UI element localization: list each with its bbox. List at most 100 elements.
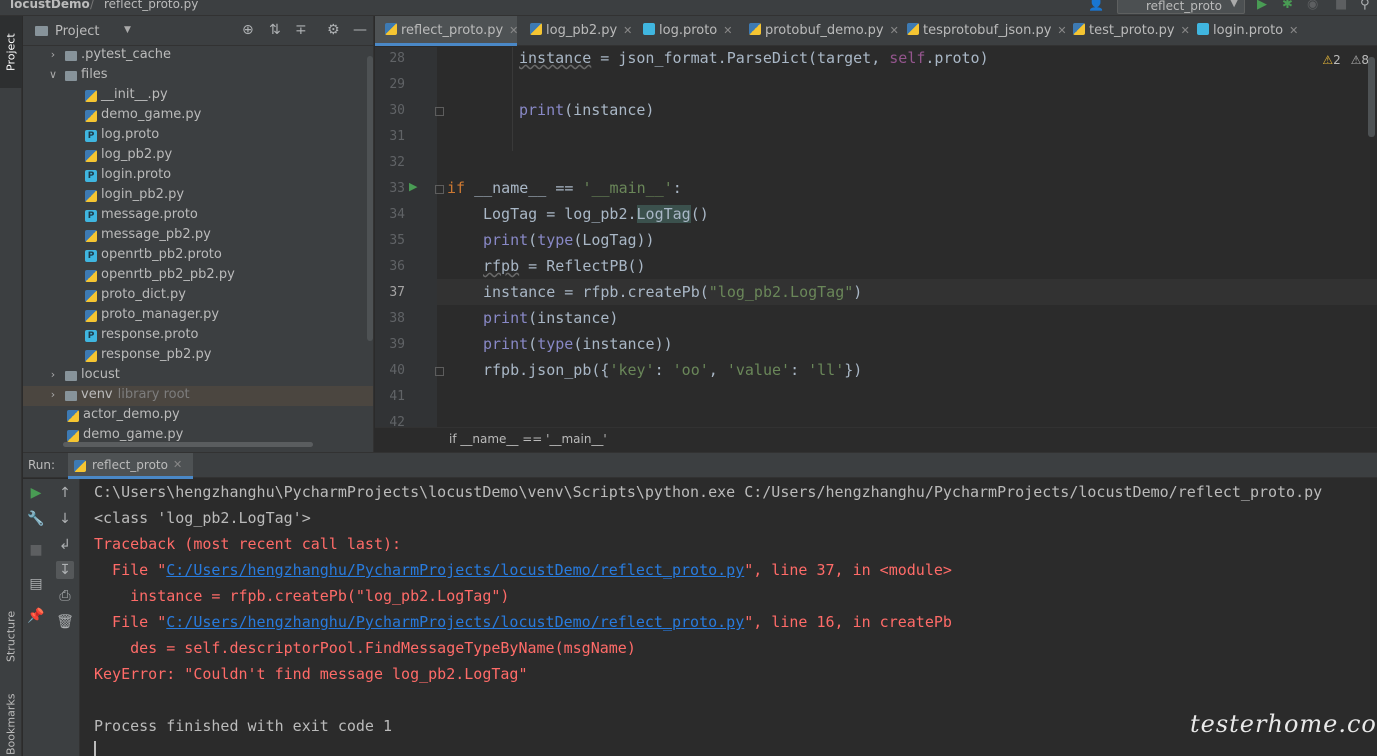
line-number: 34 — [389, 207, 405, 222]
tree-item[interactable]: proto_dict.py — [23, 286, 373, 306]
scroll-up-icon[interactable]: ↑ — [56, 484, 74, 502]
expand-all-icon[interactable]: ⇅ — [269, 22, 281, 38]
tree-item[interactable]: openrtb_pb2_pb2.py — [23, 266, 373, 286]
editor-tab[interactable]: protobuf_demo.py ✕ — [739, 16, 899, 46]
project-panel-header: Project ▼ ⊕ ⇅ ∓ ⚙ — — [23, 16, 373, 46]
folder-icon — [65, 51, 77, 61]
title-project[interactable]: locustDemo — [10, 0, 90, 11]
wrench-icon[interactable]: 🔧 — [27, 510, 45, 528]
python-file-icon — [85, 190, 97, 202]
tree-item[interactable]: Plogin.proto — [23, 166, 373, 186]
left-tool-stripe: Project Structure Bookmarks — [0, 16, 22, 756]
editor-vertical-scrollbar[interactable] — [1368, 57, 1375, 137]
run-gutter-icon[interactable]: ▶ — [409, 180, 417, 193]
warning-count: 2 — [1333, 53, 1341, 67]
editor-tab[interactable]: tesprotobuf_json.py ✕ — [897, 16, 1067, 46]
tree-item[interactable]: proto_manager.py — [23, 306, 373, 326]
line-number: 41 — [389, 389, 405, 404]
pin-icon[interactable]: 📌 — [27, 607, 45, 625]
tree-item[interactable]: response_pb2.py — [23, 346, 373, 366]
rerun-icon[interactable]: ▶ — [27, 484, 45, 502]
close-icon[interactable]: ✕ — [509, 24, 518, 37]
editor-tab[interactable]: log_pb2.py ✕ — [520, 16, 632, 46]
chevron-down-icon[interactable]: ▼ — [124, 25, 131, 35]
gear-icon[interactable]: ⚙ — [327, 22, 340, 38]
project-view-selector[interactable]: Project — [55, 24, 99, 39]
close-icon[interactable]: ✕ — [623, 24, 632, 37]
tree-item[interactable]: › locust — [23, 366, 373, 386]
line-number: 33 — [389, 181, 405, 196]
tree-item[interactable]: actor_demo.py — [23, 406, 373, 426]
tree-item[interactable]: log_pb2.py — [23, 146, 373, 166]
tree-item[interactable]: message_pb2.py — [23, 226, 373, 246]
inspection-widget[interactable]: ⚠2 ⚠8 — [1322, 53, 1369, 67]
user-icon[interactable]: 👤 — [1088, 0, 1104, 12]
editor-gutter[interactable]: ▶ 28 29 30 31 32 33 34 35 36 37 38 39 40 41 42 — [375, 47, 444, 427]
editor-tab[interactable]: reflect_proto.py ✕ — [375, 16, 518, 46]
weak-warning-icon: ⚠ — [1350, 53, 1362, 67]
hide-icon[interactable]: — — [353, 22, 367, 38]
editor-tab-label: log_pb2.py — [546, 23, 618, 38]
trash-icon[interactable]: 🗑 — [56, 613, 74, 631]
breadcrumb-item[interactable]: if __name__ == '__main__' — [449, 432, 607, 446]
tree-item[interactable]: › venv library root — [23, 386, 373, 406]
tree-item[interactable]: Popenrtb_pb2.proto — [23, 246, 373, 266]
project-vertical-scrollbar[interactable] — [367, 56, 373, 341]
console-line: C:\Users\hengzhanghu\PycharmProjects\loc… — [94, 483, 1323, 501]
project-tool-tab[interactable]: Project — [0, 16, 22, 88]
editor-tab[interactable]: login.proto ✕ — [1187, 16, 1305, 46]
tree-item-label: login.proto — [101, 167, 172, 182]
project-horizontal-scrollbar[interactable] — [63, 442, 313, 447]
locate-icon[interactable]: ⊕ — [242, 22, 254, 38]
tree-item-label: log.proto — [101, 127, 160, 142]
structure-tool-tab[interactable]: Structure — [0, 596, 22, 676]
editor-tab-label: log.proto — [659, 23, 718, 38]
editor-tab-label: reflect_proto.py — [401, 23, 504, 38]
close-icon[interactable]: ✕ — [173, 458, 182, 471]
close-icon[interactable]: ✕ — [723, 24, 732, 37]
chevron-right-icon[interactable]: › — [47, 48, 59, 61]
bookmarks-tool-tab[interactable]: Bookmarks — [0, 684, 22, 756]
run-icon[interactable]: ▶ — [1257, 0, 1267, 12]
print-icon[interactable]: ⎙ — [56, 587, 74, 605]
soft-wrap-icon[interactable]: ↲ — [56, 536, 74, 554]
coverage-icon[interactable]: ◉ — [1307, 0, 1318, 12]
tree-item[interactable]: Presponse.proto — [23, 326, 373, 346]
chevron-right-icon[interactable]: › — [47, 388, 59, 401]
python-file-icon — [907, 23, 919, 35]
traceback-file-link[interactable]: C:/Users/hengzhanghu/PycharmProjects/loc… — [166, 561, 744, 579]
title-file[interactable]: reflect_proto.py — [104, 0, 198, 11]
debug-icon[interactable]: ✱ — [1282, 0, 1293, 12]
tree-item[interactable]: Plog.proto — [23, 126, 373, 146]
run-config-select[interactable]: reflect_proto ▼ — [1117, 0, 1245, 14]
search-icon[interactable]: ⚲ — [1360, 0, 1370, 12]
console-line: Traceback (most recent call last): — [94, 535, 402, 553]
layout-icon[interactable]: ▤ — [27, 575, 45, 593]
tree-item[interactable]: Pmessage.proto — [23, 206, 373, 226]
editor-tab[interactable]: test_proto.py ✕ — [1063, 16, 1190, 46]
tree-item[interactable]: ∨ files — [23, 66, 373, 86]
tree-item[interactable]: demo_game.py — [23, 106, 373, 126]
code-area[interactable]: instance = json_format.ParseDict(target,… — [437, 47, 1377, 427]
scroll-down-icon[interactable]: ↓ — [56, 510, 74, 528]
editor-breadcrumb[interactable]: if __name__ == '__main__' — [375, 427, 1377, 451]
tree-item[interactable]: login_pb2.py — [23, 186, 373, 206]
scroll-to-end-icon[interactable]: ↧ — [56, 561, 74, 579]
chevron-down-icon[interactable]: ∨ — [47, 68, 59, 81]
code-editor[interactable]: ▶ 28 29 30 31 32 33 34 35 36 37 38 39 40 41 42 instanc… — [375, 47, 1377, 427]
close-icon[interactable]: ✕ — [1289, 24, 1298, 37]
console-line: File "C:/Users/hengzhanghu/PycharmProjec… — [94, 561, 952, 579]
editor-tab[interactable]: log.proto ✕ — [633, 16, 736, 46]
run-console-output[interactable]: C:\Users\hengzhanghu\PycharmProjects\loc… — [81, 479, 1377, 756]
proto-file-icon: P — [85, 250, 97, 262]
tree-item[interactable]: › .pytest_cache — [23, 46, 373, 66]
tree-item[interactable]: __init__.py — [23, 86, 373, 106]
python-file-icon — [85, 150, 97, 162]
stop-icon[interactable]: ■ — [27, 541, 45, 559]
tree-item-label: __init__.py — [101, 87, 168, 102]
chevron-right-icon[interactable]: › — [47, 368, 59, 381]
traceback-file-link[interactable]: C:/Users/hengzhanghu/PycharmProjects/loc… — [166, 613, 744, 631]
run-tab[interactable]: reflect_proto ✕ — [68, 453, 193, 479]
collapse-all-icon[interactable]: ∓ — [295, 22, 307, 38]
stop-icon[interactable]: ■ — [1335, 0, 1347, 12]
